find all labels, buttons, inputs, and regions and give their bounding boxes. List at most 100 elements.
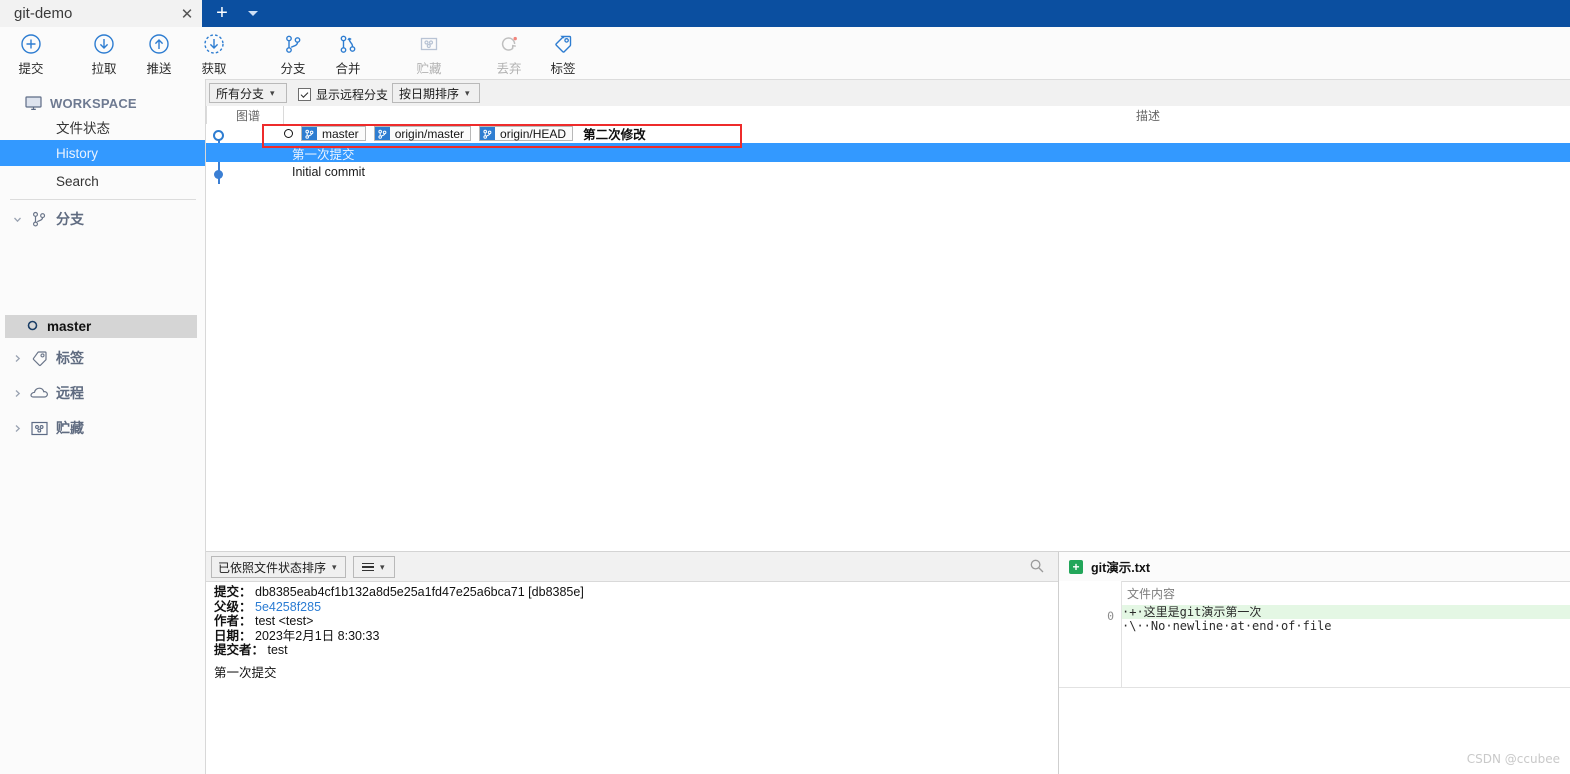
- commit-parent-link[interactable]: 5e4258f285: [255, 600, 321, 614]
- commit-plus-circle-icon: [20, 31, 42, 57]
- branch-icon: [26, 210, 52, 228]
- sidebar-workspace-header: WORKSPACE: [0, 92, 205, 114]
- column-divider: [206, 106, 207, 124]
- diff-panel: + git演示.txt 文件内容 0 ·+·这里是git演示第一次 ·\··No…: [1059, 552, 1570, 774]
- column-divider[interactable]: [283, 106, 284, 124]
- toolbar-discard-button[interactable]: 丢弃: [478, 27, 540, 79]
- diff-line-meta: ·\··No·newline·at·end·of·file: [1122, 619, 1332, 633]
- list-view-icon: [354, 562, 380, 572]
- toolbar-fetch-label: 获取: [201, 62, 227, 76]
- commit-hash-value: db8385eab4cf1b132a8d5e25a1fd47e25a6bca71…: [255, 585, 584, 599]
- column-header-graph: 图谱: [236, 109, 261, 123]
- sidebar-group-tags[interactable]: 标签: [0, 343, 205, 373]
- diff-bottom-border: [1059, 687, 1570, 688]
- repo-tab[interactable]: git-demo ✕: [0, 0, 202, 27]
- repo-tab-label: git-demo: [14, 5, 73, 22]
- diff-line-added: ·+·这里是git演示第一次: [1122, 605, 1570, 619]
- sidebar-group-remotes-label: 远程: [56, 385, 84, 401]
- sidebar-group-stashes-label: 贮藏: [56, 420, 84, 436]
- annotation-highlight-box: [262, 124, 742, 148]
- sidebar-branch-master[interactable]: master: [5, 315, 197, 338]
- tag-icon: [26, 349, 52, 368]
- commit-metadata: 提交： db8385eab4cf1b132a8d5e25a1fd47e25a6b…: [214, 585, 1054, 658]
- toolbar-branch-button[interactable]: 分支: [262, 27, 324, 79]
- commit-parent-label: 父级：: [214, 599, 252, 614]
- column-header-description: 描述: [1136, 109, 1161, 123]
- commit-author-value: test <test>: [255, 614, 314, 629]
- commit-author-label: 作者：: [214, 614, 252, 629]
- toolbar-fetch-button[interactable]: 获取: [183, 27, 245, 79]
- branch-filter-select[interactable]: 所有分支 ▾: [209, 83, 287, 103]
- toolbar-merge-button[interactable]: 合并: [317, 27, 379, 79]
- file-added-icon: +: [1069, 559, 1083, 574]
- pull-down-arrow-circle-icon: [93, 31, 115, 57]
- chevron-right-icon[interactable]: [8, 424, 26, 433]
- toolbar-commit-button[interactable]: 提交: [0, 27, 62, 79]
- sidebar-group-remotes[interactable]: 远程: [0, 378, 205, 408]
- sidebar-group-tags-label: 标签: [56, 350, 84, 366]
- sidebar-group-branches[interactable]: 分支: [0, 204, 205, 234]
- sidebar-item-history-label: History: [56, 145, 99, 161]
- chevron-down-icon[interactable]: [240, 0, 266, 27]
- chevron-right-icon[interactable]: [8, 389, 26, 398]
- search-icon[interactable]: [1029, 558, 1045, 577]
- diff-content-header: 文件内容: [1059, 581, 1570, 606]
- diff-content[interactable]: ·+·这里是git演示第一次 ·\··No·newline·at·end·of·…: [1122, 605, 1570, 633]
- toolbar-push-button[interactable]: 推送: [128, 27, 190, 79]
- toolbar-stash-label: 贮藏: [416, 62, 442, 76]
- sidebar-item-search[interactable]: Search: [0, 168, 205, 194]
- sidebar-group-stashes[interactable]: 贮藏: [0, 413, 205, 443]
- close-icon[interactable]: ✕: [172, 0, 202, 27]
- commit-detail-panel: 已依照文件状态排序 ▾ ▾ 提交： db8385eab4cf1b132a8d5e…: [206, 552, 1059, 774]
- commit-history-list[interactable]: master origin/master origin/HEAD 第二次修改 第…: [206, 124, 1570, 552]
- branch-dot-icon: [27, 319, 38, 334]
- cloud-icon: [26, 385, 52, 401]
- title-bar: git-demo ✕ +: [0, 0, 1570, 27]
- history-filter-bar: 所有分支 ▾ 显示远程分支 按日期排序 ▾: [206, 80, 1570, 107]
- toolbar-pull-label: 拉取: [91, 62, 117, 76]
- toolbar-commit-label: 提交: [18, 62, 44, 76]
- sidebar-workspace-label: WORKSPACE: [50, 95, 137, 111]
- toolbar-tag-button[interactable]: 标签: [532, 27, 594, 79]
- toolbar-stash-button[interactable]: 贮藏: [398, 27, 460, 79]
- sort-order-value: 按日期排序: [399, 86, 460, 101]
- commit-date-value: 2023年2月1日 8:30:33: [255, 628, 380, 643]
- commit-committer-value: test: [267, 643, 288, 658]
- commit-message: Initial commit: [292, 165, 365, 179]
- commit-committer-label: 提交者：: [214, 643, 265, 658]
- diff-file-header: + git演示.txt: [1059, 552, 1570, 582]
- diff-filename: git演示.txt: [1091, 561, 1151, 575]
- merge-icon: [337, 31, 359, 57]
- branch-icon: [282, 31, 304, 57]
- toolbar-merge-label: 合并: [335, 62, 361, 76]
- chevron-right-icon[interactable]: [8, 354, 26, 363]
- stash-box-icon: [418, 31, 440, 57]
- toolbar-tag-label: 标签: [550, 62, 576, 76]
- checkbox-icon: [298, 88, 311, 101]
- tag-icon: [552, 31, 574, 57]
- file-sort-select[interactable]: 已依照文件状态排序 ▾: [211, 556, 346, 578]
- sidebar-item-search-label: Search: [56, 173, 99, 189]
- sourcetree-window: git-demo ✕ + 提交 拉取 推送 获取 分支 合并 贮藏 丢弃 标签 …: [0, 0, 1570, 774]
- view-mode-select[interactable]: ▾: [353, 556, 395, 578]
- sidebar: WORKSPACE 文件状态 History Search 分支 master: [0, 79, 206, 774]
- push-up-arrow-circle-icon: [148, 31, 170, 57]
- sort-order-select[interactable]: 按日期排序 ▾: [392, 83, 480, 103]
- show-remote-branches-label: 显示远程分支: [316, 88, 389, 102]
- sidebar-branch-master-label: master: [47, 319, 92, 334]
- discard-refresh-icon: [498, 31, 520, 57]
- chevron-down-icon: ▾: [380, 561, 385, 572]
- table-row[interactable]: Initial commit: [206, 164, 1570, 183]
- chevron-down-icon[interactable]: [8, 215, 26, 224]
- sidebar-group-branches-label: 分支: [56, 211, 84, 227]
- sidebar-item-history[interactable]: History: [0, 140, 205, 166]
- plus-icon[interactable]: +: [202, 0, 242, 27]
- chevron-down-icon: ▾: [270, 87, 275, 98]
- sidebar-item-file-status[interactable]: 文件状态: [0, 114, 205, 140]
- commit-date-label: 日期：: [214, 628, 252, 643]
- toolbar-push-label: 推送: [146, 62, 172, 76]
- commit-detail-toolbar: 已依照文件状态排序 ▾ ▾: [206, 552, 1059, 582]
- show-remote-branches-checkbox[interactable]: 显示远程分支: [298, 86, 388, 103]
- branch-filter-value: 所有分支: [216, 86, 265, 101]
- toolbar-pull-button[interactable]: 拉取: [73, 27, 135, 79]
